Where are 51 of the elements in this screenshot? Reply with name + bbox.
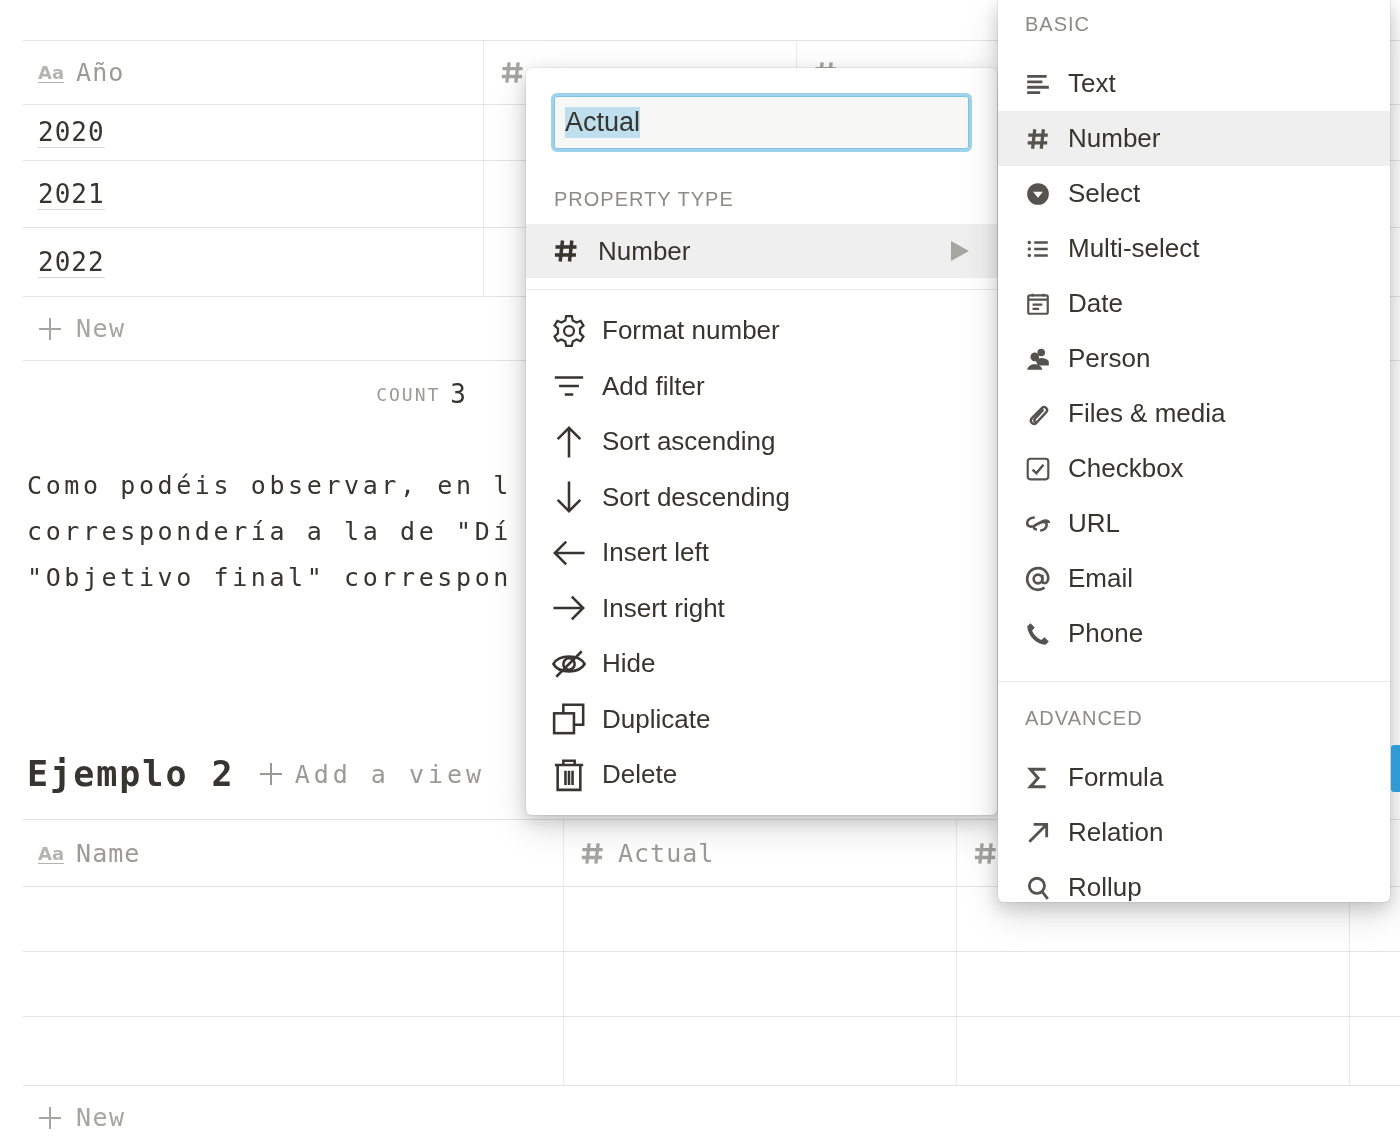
property-name-field[interactable]: Actual — [551, 93, 972, 152]
checkbox-icon — [1025, 455, 1051, 482]
count-label: COUNT — [376, 383, 441, 405]
property-type-item[interactable]: Number — [526, 224, 997, 278]
menu-item[interactable]: Insert right — [526, 580, 997, 636]
title-type-icon: Aa — [38, 62, 65, 83]
menu-item[interactable]: Sort descending — [526, 469, 997, 525]
section-label: ADVANCED — [1024, 705, 1144, 731]
type-option[interactable]: Number — [998, 111, 1390, 166]
type-option[interactable]: Rollup — [998, 860, 1390, 902]
caret-icon — [951, 241, 969, 261]
type-option[interactable]: Text — [998, 56, 1390, 111]
at-sign-icon — [1025, 565, 1051, 592]
paragraph-line: Como podéis observar, en l — [27, 470, 512, 502]
duplicate-icon — [552, 702, 586, 737]
menu-item[interactable]: Add filter — [526, 358, 997, 414]
magnifier-icon — [1025, 874, 1051, 901]
type-option[interactable]: Multi-select — [998, 221, 1390, 276]
type-option[interactable]: URL — [998, 496, 1390, 551]
section-label: PROPERTY TYPE — [553, 186, 735, 212]
paragraph-line: "Objetivo final" correspon — [27, 562, 512, 594]
count-value: 3 — [450, 379, 466, 409]
phone-icon — [1025, 620, 1051, 647]
menu-item[interactable]: Delete — [526, 747, 997, 803]
plus-icon — [258, 762, 283, 786]
section-title: Ejemplo 2 — [27, 754, 235, 794]
paragraph-line: correspondería a la de "Dí — [27, 516, 512, 548]
section-label: BASIC — [1024, 11, 1092, 37]
type-option[interactable]: Checkbox — [998, 441, 1390, 496]
dropdown-circle-icon — [1025, 180, 1051, 207]
table-cell: 2020 — [38, 117, 105, 148]
plus-icon — [38, 316, 62, 341]
menu-item[interactable]: Insert left — [526, 525, 997, 581]
menu-item[interactable]: Hide — [526, 636, 997, 692]
menu-item[interactable]: Sort ascending — [526, 414, 997, 470]
table-cell: 2021 — [38, 178, 105, 210]
type-option[interactable]: Relation — [998, 805, 1390, 860]
menu-item[interactable]: Duplicate — [526, 691, 997, 747]
menu-item[interactable]: Format number — [526, 303, 997, 359]
type-option[interactable]: Email — [998, 551, 1390, 606]
type-option[interactable]: Formula — [998, 750, 1390, 805]
plus-icon — [38, 1105, 62, 1130]
type-option[interactable]: Files & media — [998, 386, 1390, 441]
type-option[interactable]: Date — [998, 276, 1390, 331]
type-option[interactable]: Phone — [998, 606, 1390, 661]
gear-icon — [552, 313, 586, 348]
table-cell: 2022 — [38, 246, 105, 278]
trash-icon — [552, 757, 586, 792]
type-option[interactable]: Person — [998, 331, 1390, 386]
title-type-icon: Aa — [38, 842, 65, 864]
type-option[interactable]: Select — [998, 166, 1390, 221]
